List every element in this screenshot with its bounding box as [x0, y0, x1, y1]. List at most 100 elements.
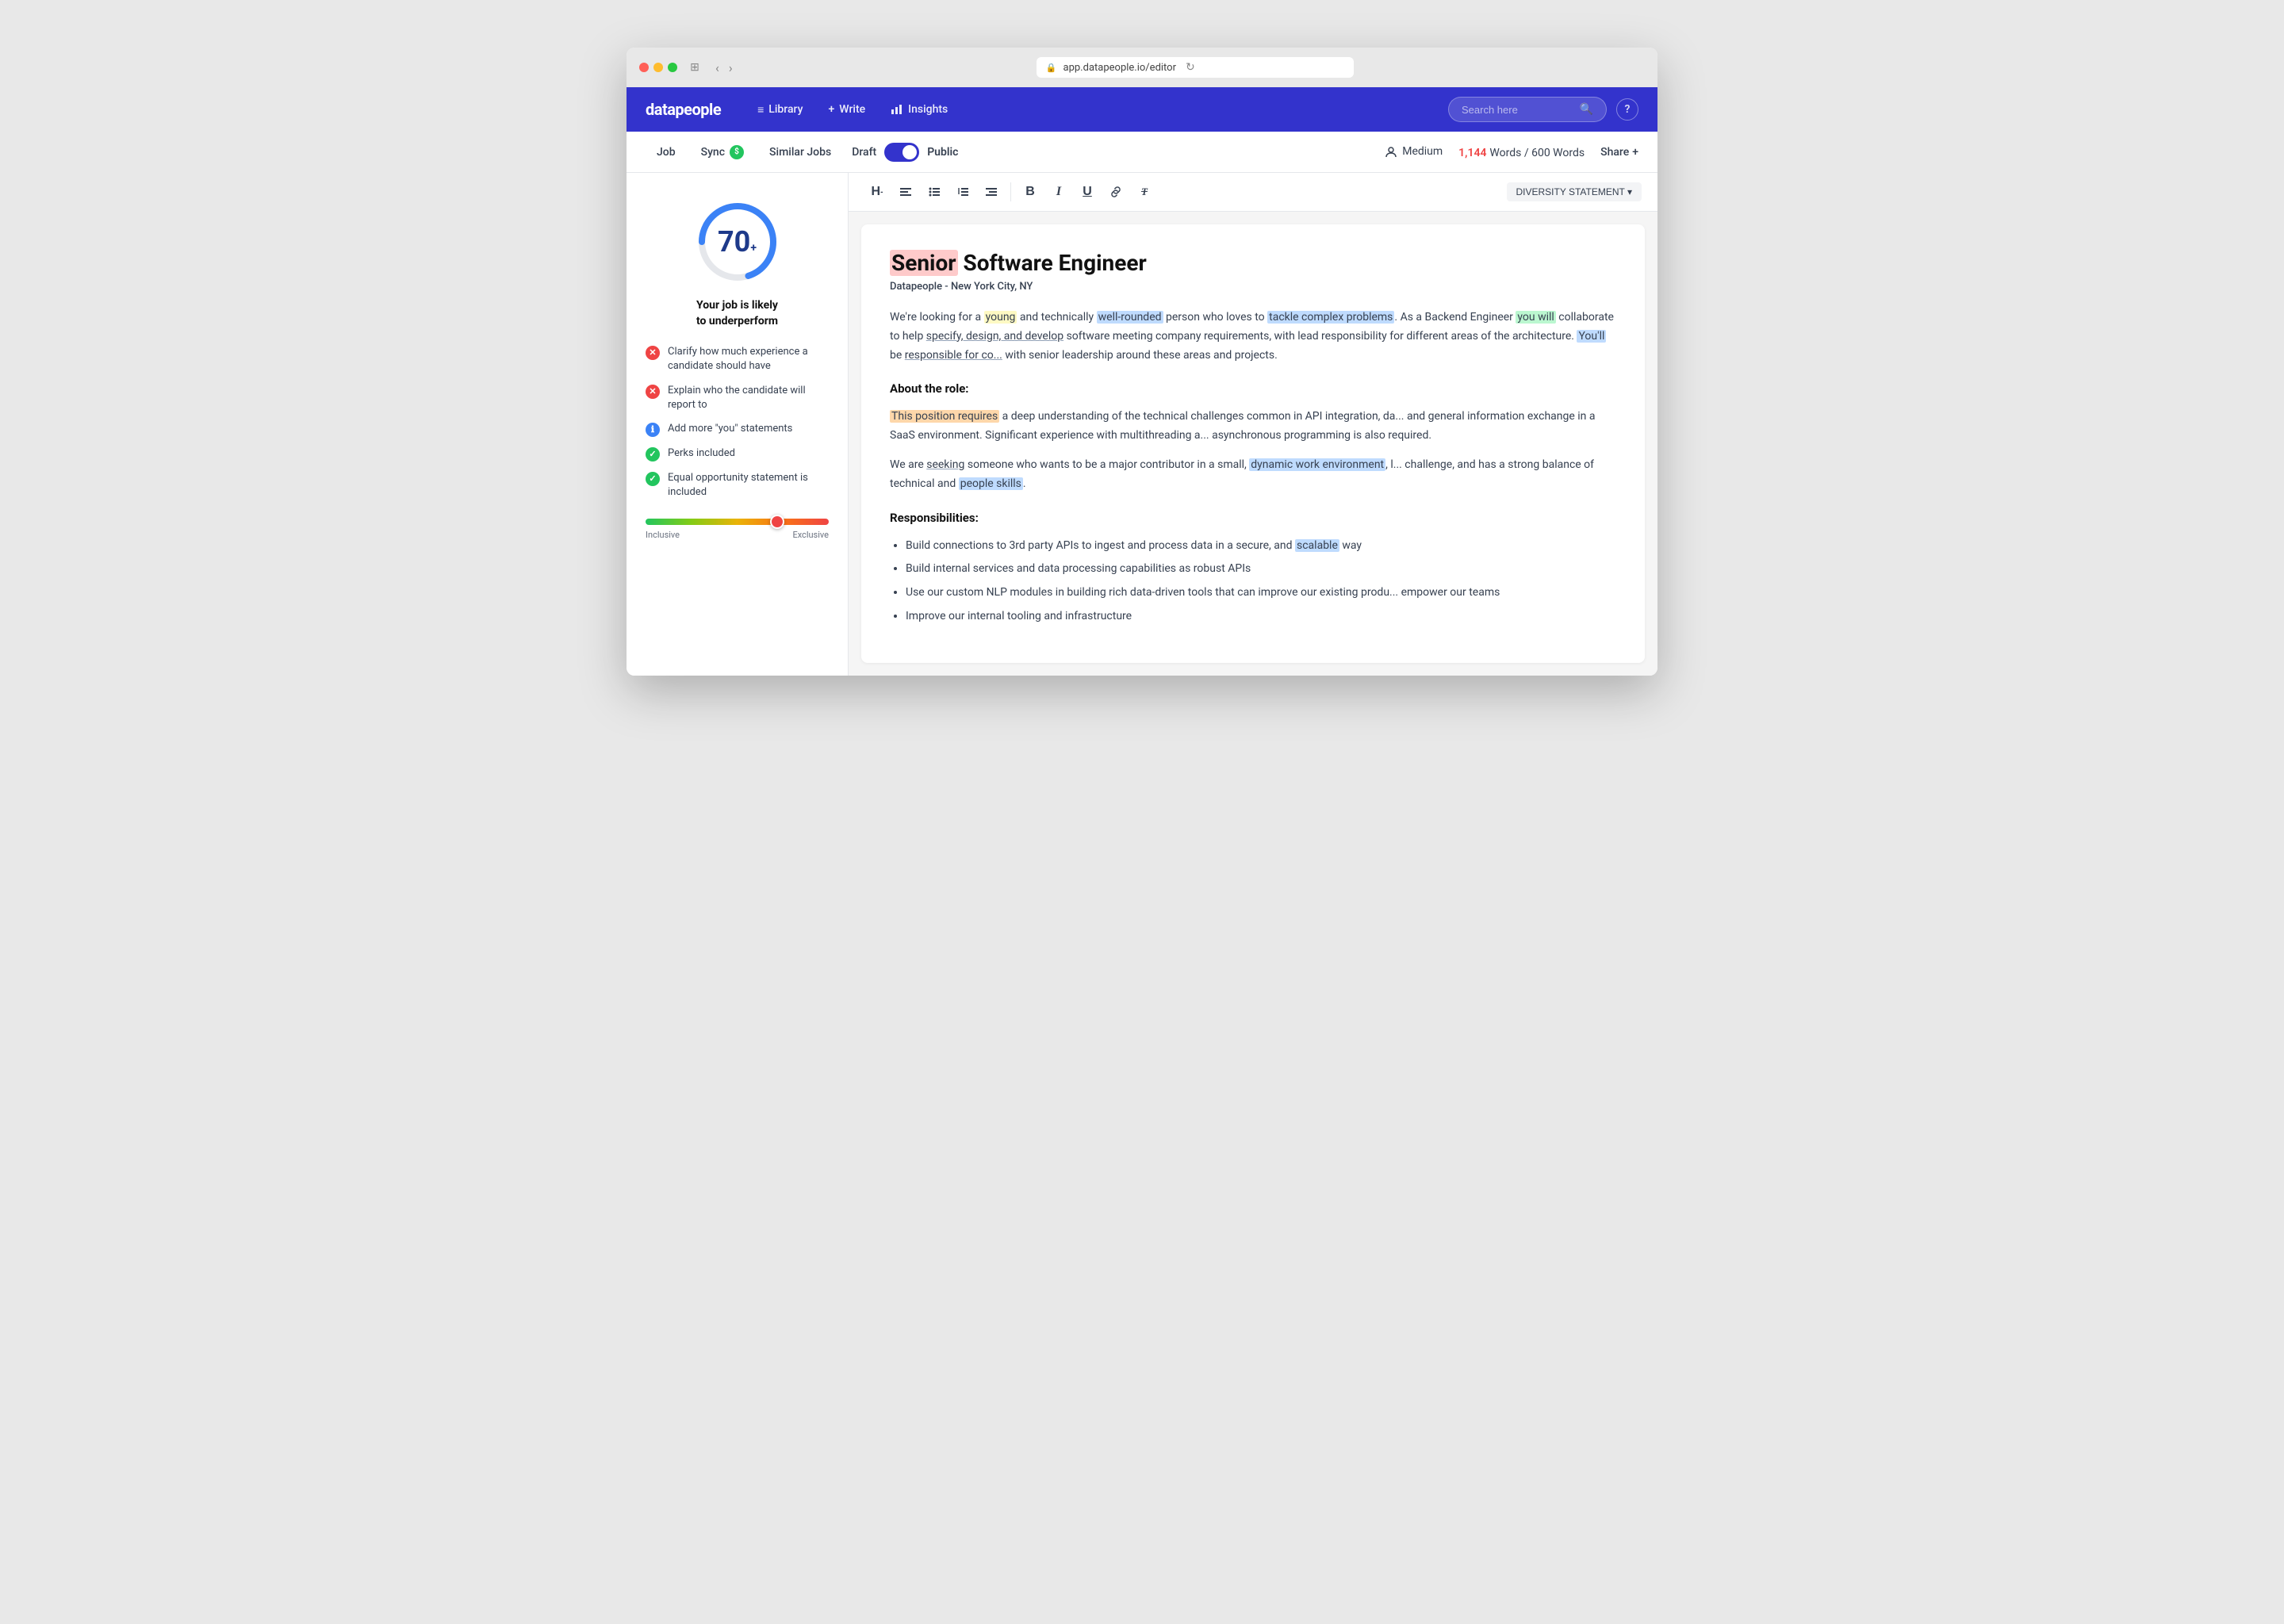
- responsibilities-list: Build connections to 3rd party APIs to i…: [890, 537, 1616, 626]
- underline-button[interactable]: U: [1075, 179, 1100, 205]
- heading-button[interactable]: H-: [864, 179, 890, 205]
- public-toggle[interactable]: [884, 143, 919, 162]
- diversity-statement-button[interactable]: DIVERSITY STATEMENT ▾: [1507, 182, 1642, 201]
- lock-icon: 🔒: [1046, 63, 1057, 73]
- secondary-nav-right: Medium 1,144 Words / 600 Words Share +: [1385, 144, 1638, 159]
- chart-icon: [891, 103, 903, 116]
- checklist-text-you: Add more "you" statements: [668, 422, 792, 436]
- editor-body[interactable]: We're looking for a young and technicall…: [890, 308, 1616, 626]
- slider-label-inclusive: Inclusive: [646, 530, 680, 540]
- minimize-button[interactable]: [653, 63, 663, 72]
- highlight-people: people skills: [959, 477, 1023, 490]
- close-button[interactable]: [639, 63, 649, 72]
- help-button[interactable]: ?: [1616, 98, 1638, 121]
- job-title-highlighted: Senior: [890, 250, 958, 276]
- role-paragraph: This position requires a deep understand…: [890, 408, 1616, 446]
- draft-label: Draft: [852, 146, 876, 159]
- nav-label-insights: Insights: [908, 103, 948, 116]
- forward-button[interactable]: ›: [726, 59, 736, 77]
- plus-icon: +: [1632, 146, 1638, 159]
- tab-similar-jobs[interactable]: Similar Jobs: [758, 140, 842, 165]
- check-green-icon-2: ✓: [646, 472, 660, 486]
- browser-navigation: ‹ ›: [712, 59, 736, 77]
- toggle-thumb: [902, 145, 917, 159]
- secondary-nav-left: Job Sync $ Similar Jobs Draft Public: [646, 139, 958, 166]
- slider-thumb[interactable]: [770, 515, 784, 529]
- maximize-button[interactable]: [668, 63, 677, 72]
- highlight-scalable: scalable: [1295, 539, 1339, 552]
- score-arc-svg: [694, 198, 781, 285]
- word-count-separator: Words /: [1489, 147, 1531, 159]
- nav-item-insights[interactable]: Insights: [879, 97, 959, 122]
- search-input[interactable]: [1462, 104, 1573, 116]
- secondary-navbar: Job Sync $ Similar Jobs Draft Public: [627, 132, 1657, 173]
- checklist-text-report: Explain who the candidate will report to: [668, 384, 829, 412]
- word-count-value: 1,144: [1458, 147, 1486, 159]
- check-red-icon-2: ✕: [646, 385, 660, 399]
- share-button[interactable]: Share +: [1600, 146, 1638, 159]
- checklist-text-perks: Perks included: [668, 446, 735, 461]
- audience-icon: [1385, 145, 1397, 158]
- resp-item-4: Improve our internal tooling and infrast…: [906, 607, 1616, 626]
- checklist-item-report: ✕ Explain who the candidate will report …: [646, 384, 829, 412]
- check-red-icon: ✕: [646, 346, 660, 360]
- highlight-seeking: seeking: [926, 458, 964, 471]
- seeking-paragraph: We are seeking someone who wants to be a…: [890, 456, 1616, 494]
- back-button[interactable]: ‹: [712, 59, 722, 77]
- score-circle: 70 +: [694, 198, 781, 285]
- app-logo[interactable]: datapeople: [646, 100, 721, 119]
- about-role-heading: About the role:: [890, 379, 1616, 400]
- italic-button[interactable]: I: [1046, 179, 1071, 205]
- public-label: Public: [927, 146, 958, 159]
- ordered-list-button[interactable]: [950, 179, 975, 205]
- intro-paragraph: We're looking for a young and technicall…: [890, 308, 1616, 365]
- score-panel: 70 + Your job is likely to underperform …: [627, 173, 849, 676]
- unordered-list-button[interactable]: [922, 179, 947, 205]
- checklist-item-perks: ✓ Perks included: [646, 446, 829, 462]
- sidebar-toggle-icon[interactable]: ⊞: [687, 59, 703, 75]
- nav-item-write[interactable]: + Write: [817, 97, 876, 122]
- address-bar[interactable]: 🔒 app.datapeople.io/editor ↻: [1037, 57, 1354, 78]
- word-limit: 600 Words: [1531, 147, 1585, 159]
- bold-button[interactable]: B: [1017, 179, 1043, 205]
- tab-sync[interactable]: Sync $: [690, 139, 755, 166]
- reload-button[interactable]: ↻: [1186, 61, 1195, 74]
- tab-sync-label: Sync: [701, 146, 725, 159]
- checklist-item-experience: ✕ Clarify how much experience a candidat…: [646, 345, 829, 373]
- audience-label: Medium: [1402, 145, 1443, 158]
- nav-item-library[interactable]: ≡ Library: [746, 97, 814, 123]
- align-left-button[interactable]: [893, 179, 918, 205]
- tab-similar-jobs-label: Similar Jobs: [769, 146, 831, 159]
- nav-items: ≡ Library + Write Insights: [746, 97, 1448, 123]
- highlight-young: young: [984, 311, 1017, 324]
- company-name: Datapeople: [890, 281, 942, 293]
- resp-item-3: Use our custom NLP modules in building r…: [906, 584, 1616, 603]
- company-location-line: Datapeople - New York City, NY: [890, 281, 1616, 293]
- score-label: Your job is likely to underperform: [646, 298, 829, 329]
- clear-format-button[interactable]: T: [1132, 179, 1157, 205]
- highlight-dynamic: dynamic work environment: [1249, 458, 1385, 471]
- audience-badge: Medium: [1385, 145, 1443, 158]
- responsibilities-heading: Responsibilities:: [890, 508, 1616, 529]
- editor-toolbar: H-: [849, 173, 1657, 212]
- search-box[interactable]: 🔍: [1448, 97, 1607, 122]
- inclusive-exclusive-slider: Inclusive Exclusive: [646, 519, 829, 540]
- traffic-lights: [639, 63, 677, 72]
- highlight-specify: specify, design, and develop: [926, 330, 1063, 343]
- browser-window: ⊞ ‹ › 🔒 app.datapeople.io/editor ↻ datap…: [627, 48, 1657, 676]
- editor-content[interactable]: Senior Software Engineer Datapeople - Ne…: [861, 224, 1645, 663]
- highlight-position: This position requires: [890, 410, 999, 423]
- draft-toggle-group: Draft Public: [852, 143, 958, 162]
- slider-track[interactable]: [646, 519, 829, 525]
- checklist-text-experience: Clarify how much experience a candidate …: [668, 345, 829, 373]
- tab-job[interactable]: Job: [646, 140, 687, 165]
- slider-label-exclusive: Exclusive: [792, 530, 829, 540]
- indent-button[interactable]: [979, 179, 1004, 205]
- job-title: Senior Software Engineer: [890, 250, 1616, 276]
- checklist-text-equal-opportunity: Equal opportunity statement is included: [668, 471, 829, 500]
- url-text: app.datapeople.io/editor: [1063, 62, 1177, 74]
- search-icon: 🔍: [1580, 103, 1593, 116]
- nav-label-write: Write: [839, 103, 865, 116]
- link-button[interactable]: [1103, 179, 1129, 205]
- nav-search: 🔍 ?: [1448, 97, 1638, 122]
